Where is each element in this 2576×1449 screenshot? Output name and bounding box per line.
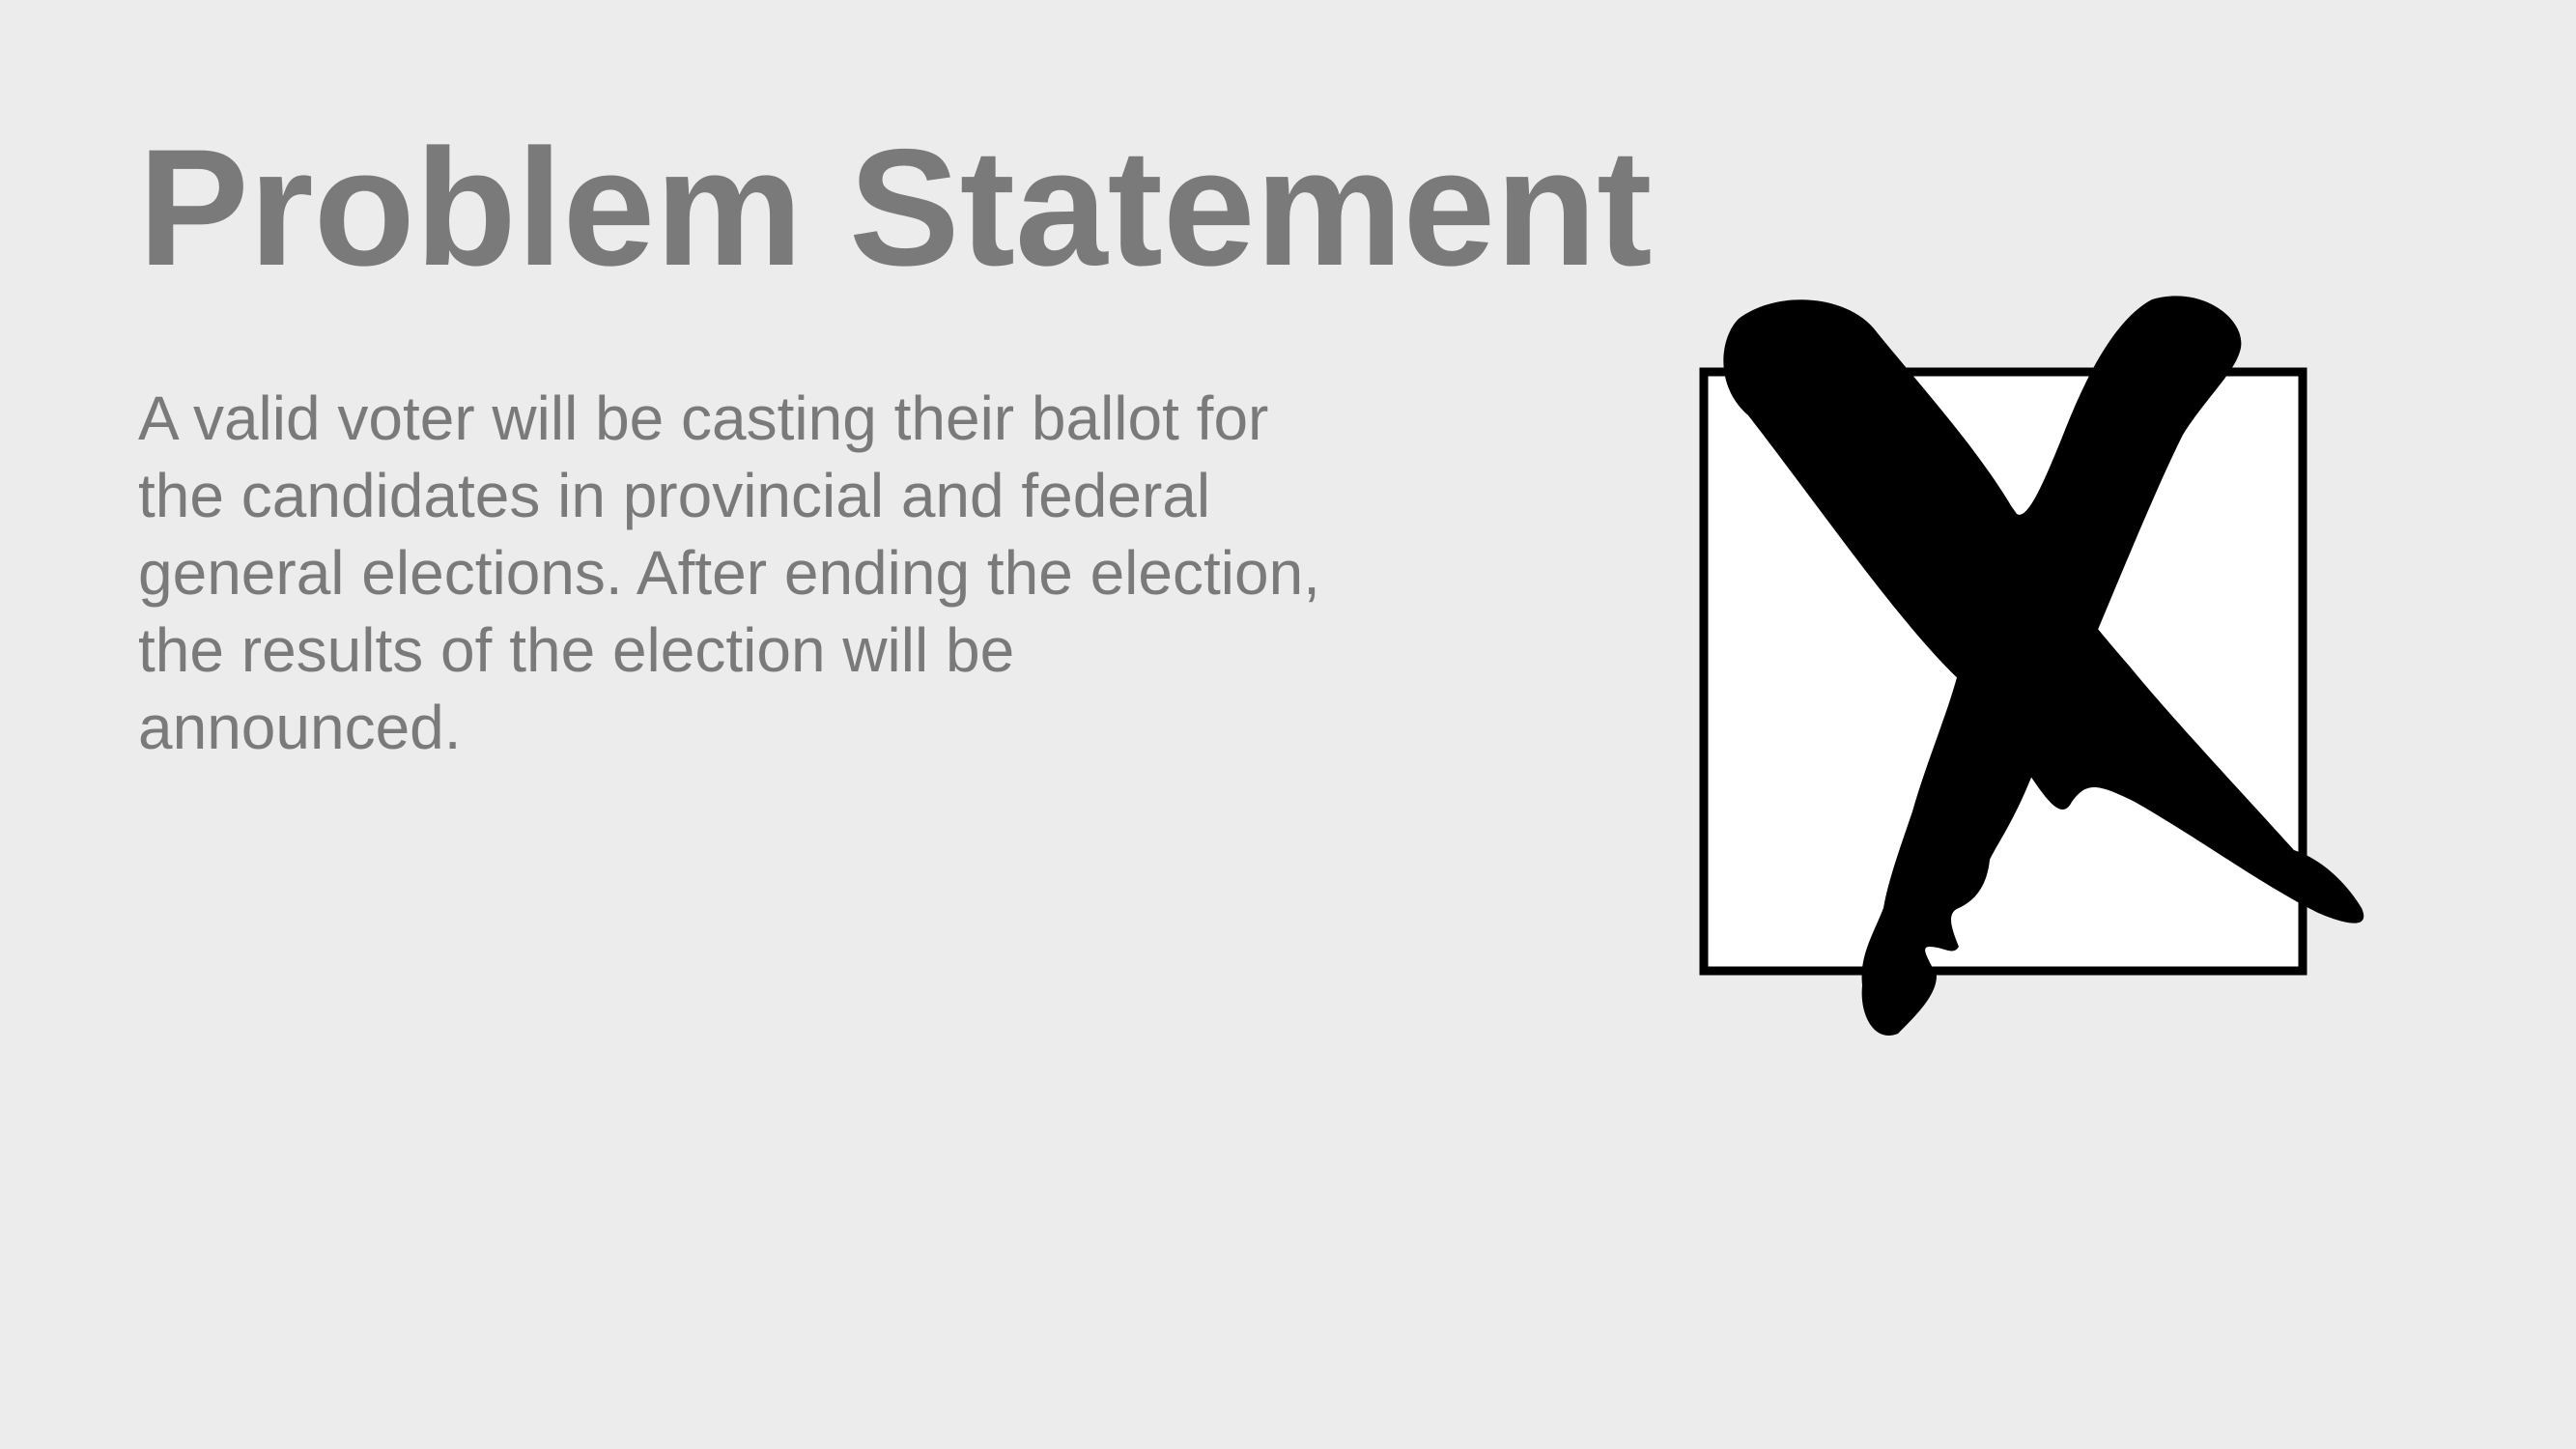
slide-title: Problem Statement xyxy=(138,115,1653,300)
slide-body-text: A valid voter will be casting their ball… xyxy=(138,384,1320,762)
ballot-x-mark-icon xyxy=(1699,296,2364,1036)
slide: Problem Statement A valid voter will be … xyxy=(0,0,2576,1449)
